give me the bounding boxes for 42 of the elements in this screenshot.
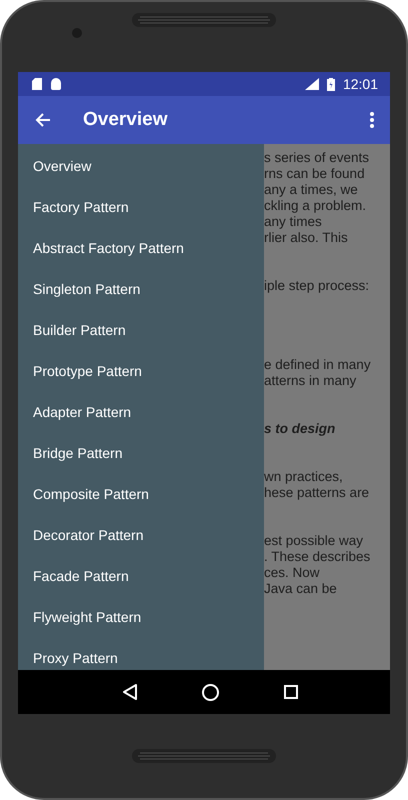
app-bar-title: Overview [83, 109, 168, 131]
content-text: iple step process: [264, 278, 370, 294]
drawer-item[interactable]: Singleton Pattern [18, 268, 264, 309]
back-icon[interactable] [122, 684, 138, 700]
drawer-item[interactable]: Flyweight Pattern [18, 596, 264, 637]
content-text: est possible way [264, 533, 364, 549]
drawer-item[interactable]: Composite Pattern [18, 473, 264, 514]
content-text: ces. Now [264, 565, 321, 581]
sd-card-icon [32, 78, 42, 90]
battery-icon [326, 78, 335, 90]
speaker-grill-icon [132, 13, 276, 27]
content-text: any a times, we [264, 182, 359, 198]
content-text: . These describes [264, 549, 372, 565]
drawer-item[interactable]: Overview [18, 145, 264, 186]
content-text: e defined in many [264, 357, 372, 373]
content-text: s series of events [264, 150, 370, 166]
content-text: rlier also. This [264, 230, 349, 246]
drawer-item[interactable]: Decorator Pattern [18, 514, 264, 555]
drawer-item[interactable]: Factory Pattern [18, 186, 264, 227]
signal-icon [304, 78, 319, 90]
drawer-item[interactable]: Abstract Factory Pattern [18, 227, 264, 268]
drawer-item[interactable]: Adapter Pattern [18, 391, 264, 432]
android-icon [50, 78, 62, 90]
home-icon[interactable] [202, 684, 220, 700]
status-time: 12:01 [342, 76, 378, 92]
content-text: ckling a problem. [264, 198, 368, 214]
drawer-item[interactable]: Facade Pattern [18, 555, 264, 596]
drawer-item[interactable]: Builder Pattern [18, 309, 264, 350]
content-text: wn practices, [264, 469, 344, 485]
content-text: any times [264, 214, 323, 230]
drawer-item[interactable]: Bridge Pattern [18, 432, 264, 473]
content-text: rns can be found [264, 166, 366, 182]
content-text: atterns in many [264, 373, 358, 389]
content-text: s to design [264, 421, 336, 437]
drawer-item[interactable]: Prototype Pattern [18, 350, 264, 391]
drawer-item[interactable]: Proxy Pattern [18, 637, 264, 670]
speaker-grill-icon [132, 749, 276, 763]
back-arrow-icon[interactable] [35, 112, 51, 128]
content-text: Java can be [264, 581, 338, 597]
recents-icon[interactable] [284, 685, 298, 699]
content-text: hese patterns are [264, 485, 370, 501]
more-options-icon[interactable] [370, 112, 374, 128]
